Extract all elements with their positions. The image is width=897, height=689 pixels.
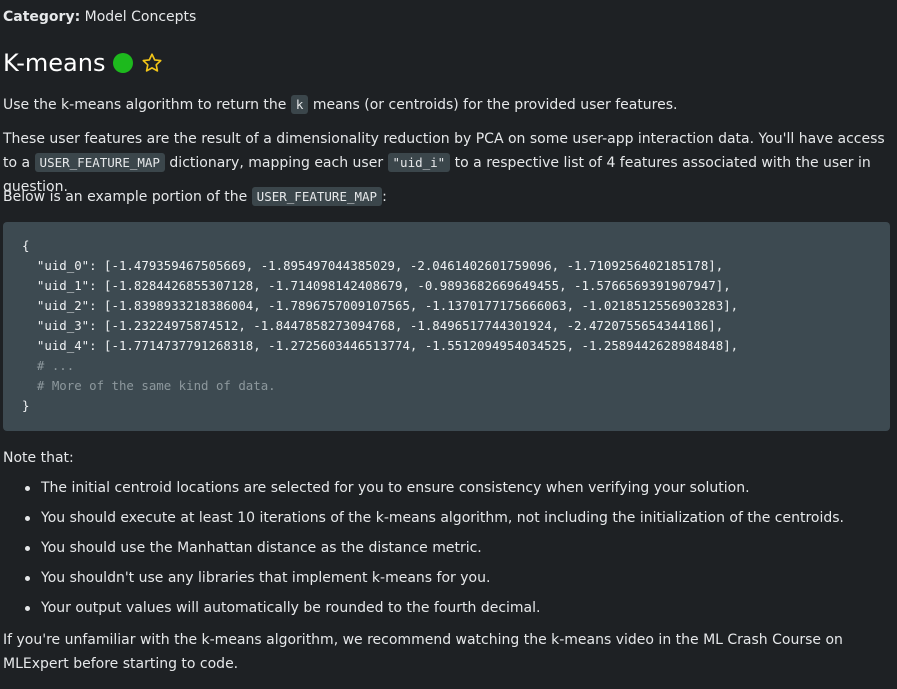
code-line: "uid_1": [-1.8284426855307128, -1.714098… [22,278,731,293]
page-title: K-means [3,49,106,77]
inline-code-uid: "uid_i" [387,153,451,172]
star-outline-icon[interactable] [141,52,163,74]
p3-text-before: Below is an example portion of the [3,189,252,205]
list-item: Your output values will automatically be… [25,596,891,626]
code-comment: # More of the same kind of data. [22,378,276,393]
code-line: "uid_0": [-1.479359467505669, -1.8954970… [22,258,724,273]
code-block[interactable]: { "uid_0": [-1.479359467505669, -1.89549… [3,222,890,431]
note-label: Note that: [3,450,74,466]
code-line: } [22,398,30,413]
code-comment: # ... [22,358,75,373]
p1-text-before: Use the k-means algorithm to return the [3,97,291,113]
p1-text-after: means (or centroids) for the provided us… [308,97,678,113]
p3-text-after: : [382,189,387,205]
list-item: The initial centroid locations are selec… [25,476,891,506]
category-label: Category: [3,9,81,25]
category-line: Category: Model Concepts [3,9,196,25]
code-line: "uid_2": [-1.8398933218386004, -1.789675… [22,298,739,313]
p2-text-middle: dictionary, mapping each user [164,155,388,171]
code-line: "uid_4": [-1.7714737791268318, -1.272560… [22,338,739,353]
intro-paragraph-1: Use the k-means algorithm to return the … [3,93,888,117]
inline-code-user-feature-map-2: USER_FEATURE_MAP [251,187,383,206]
code-line: { [22,238,30,253]
list-item: You should execute at least 10 iteration… [25,506,891,536]
inline-code-user-feature-map: USER_FEATURE_MAP [34,153,165,172]
inline-code-k: k [290,95,309,114]
code-line: "uid_3": [-1.23224975874512, -1.84478582… [22,318,724,333]
closing-paragraph: If you're unfamiliar with the k-means al… [3,632,843,672]
list-item: You should use the Manhattan distance as… [25,536,891,566]
status-dot-icon [113,53,134,73]
intro-paragraph-3: Below is an example portion of the USER_… [3,185,888,209]
problem-page: Category: Model Concepts K-means Use the… [0,0,897,689]
list-item: You shouldn't use any libraries that imp… [25,566,891,596]
title-row: K-means [3,48,163,78]
category-value: Model Concepts [84,9,197,25]
requirements-list: The initial centroid locations are selec… [0,476,891,626]
